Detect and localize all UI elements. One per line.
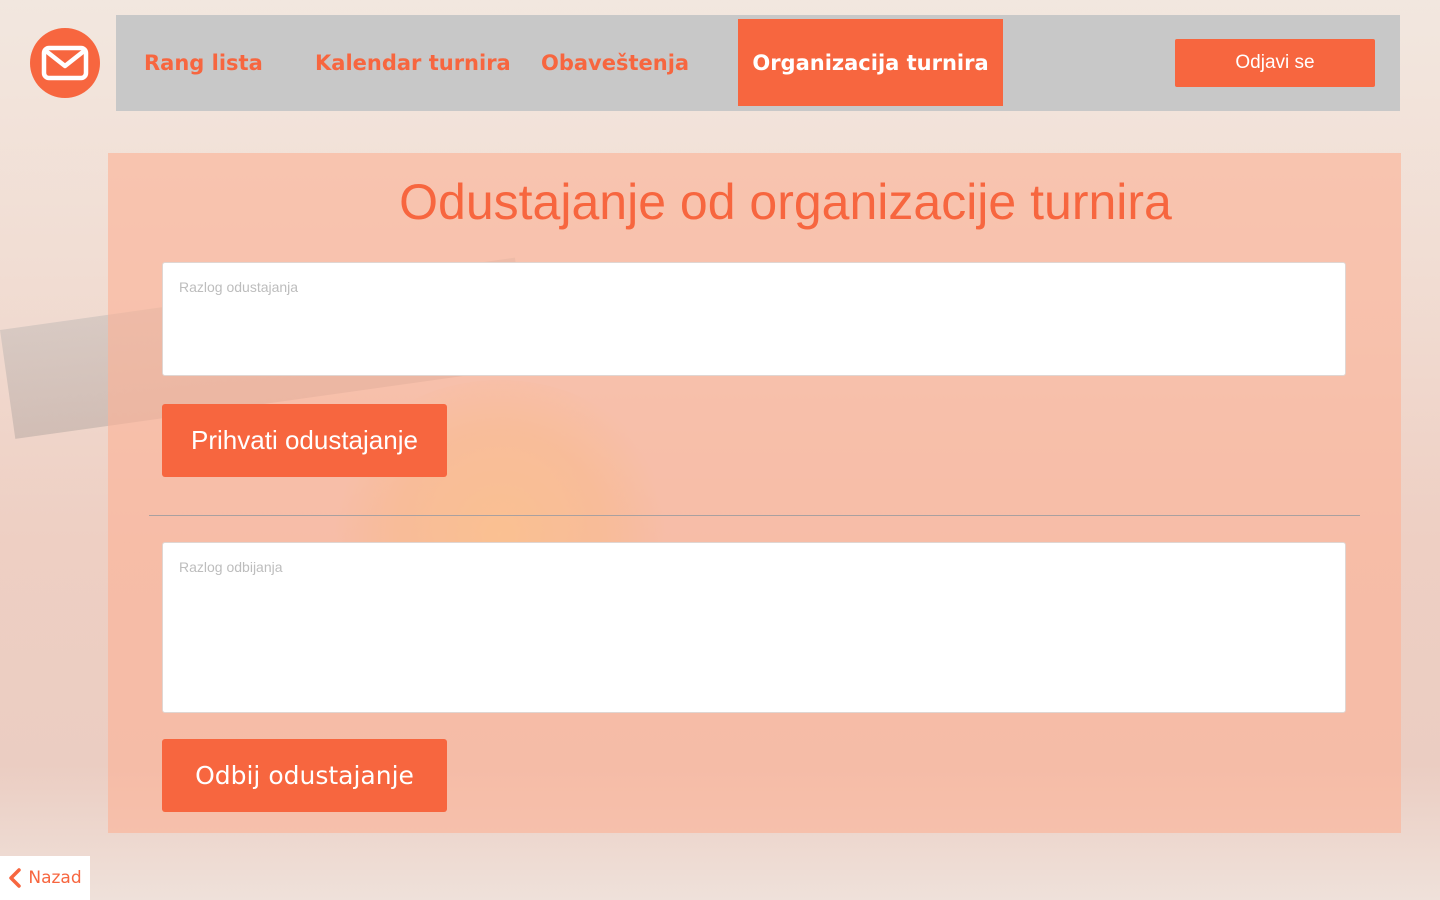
- section-divider: [149, 515, 1360, 516]
- page-title: Odustajanje od organizacije turnira: [399, 174, 1172, 230]
- top-navigation: Rang lista Kalendar turnira Obaveštenja …: [116, 15, 1400, 111]
- reject-withdrawal-button[interactable]: Odbij odustajanje: [162, 739, 447, 812]
- rejection-reason-input[interactable]: [162, 542, 1346, 713]
- nav-item-rang-lista[interactable]: Rang lista: [144, 15, 263, 111]
- accept-withdrawal-button[interactable]: Prihvati odustajanje: [162, 404, 447, 477]
- withdrawal-panel: Odustajanje od organizacije turnira Prih…: [108, 153, 1401, 833]
- envelope-icon: [41, 45, 89, 81]
- chevron-left-icon: [9, 868, 22, 888]
- withdrawal-reason-input[interactable]: [162, 262, 1346, 376]
- back-button[interactable]: Nazad: [0, 856, 90, 900]
- back-label: Nazad: [28, 868, 82, 888]
- messages-button[interactable]: [30, 28, 100, 98]
- nav-item-kalendar-turnira[interactable]: Kalendar turnira: [315, 15, 511, 111]
- nav-item-organizacija-turnira[interactable]: Organizacija turnira: [738, 19, 1003, 106]
- nav-item-obavestenja[interactable]: Obaveštenja: [541, 15, 689, 111]
- logout-button[interactable]: Odjavi se: [1175, 39, 1375, 87]
